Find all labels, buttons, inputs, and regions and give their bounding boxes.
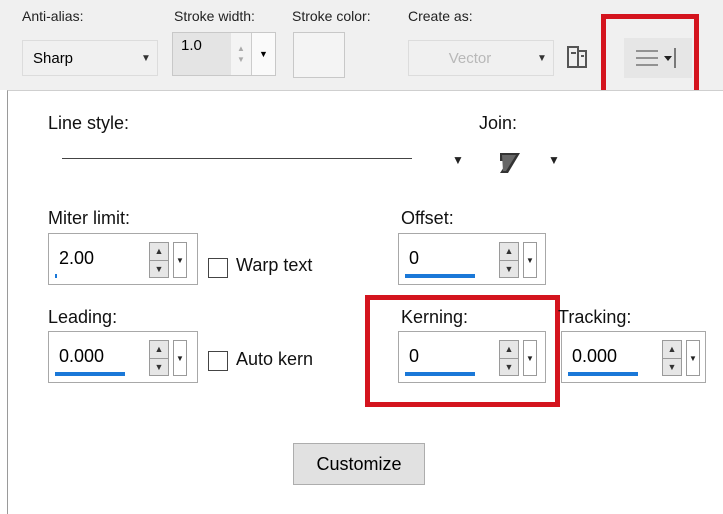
leading-label: Leading: <box>48 307 118 327</box>
line-style-dropdown[interactable] <box>48 141 448 177</box>
tracking-value[interactable]: 0.000 <box>572 346 617 367</box>
miter-limit-label: Miter limit: <box>48 208 130 228</box>
create-as-value: Vector <box>448 49 492 67</box>
leading-spin[interactable]: ▲ ▼ <box>149 340 169 376</box>
chevron-down-icon: ▼ <box>537 52 547 64</box>
stroke-color-swatch[interactable] <box>293 32 345 78</box>
spin-down-icon[interactable]: ▼ <box>150 357 168 376</box>
chevron-down-icon[interactable]: ▼ <box>173 340 187 376</box>
highlight-menu-button <box>601 14 699 96</box>
line-style-label: Line style: <box>48 113 130 133</box>
auto-kern-label: Auto kern <box>236 349 314 369</box>
text-tool-options-toolbar: Anti-alias: Sharp ▼ Stroke width: 1.0 ▲ ▼… <box>0 0 723 96</box>
spin-down-icon[interactable]: ▼ <box>150 259 168 278</box>
line-style-preview <box>62 158 412 159</box>
anti-alias-dropdown[interactable]: Sharp ▼ <box>22 40 158 76</box>
field-underline <box>568 372 638 376</box>
stroke-width-label: Stroke width: <box>174 8 255 24</box>
auto-kern-checkbox[interactable] <box>208 351 228 371</box>
offset-spin[interactable]: ▲ ▼ <box>499 242 519 278</box>
anti-alias-value: Sharp <box>33 49 74 67</box>
leading-field[interactable]: 0.000 ▲ ▼ ▼ <box>48 331 198 383</box>
highlight-kerning <box>365 295 560 407</box>
text-options-icon[interactable] <box>564 42 592 72</box>
anti-alias-label: Anti-alias: <box>22 8 84 24</box>
field-underline <box>55 372 125 376</box>
leading-value[interactable]: 0.000 <box>59 346 104 367</box>
miter-limit-spin[interactable]: ▲ ▼ <box>149 242 169 278</box>
chevron-down-icon[interactable]: ▼ <box>548 153 560 167</box>
offset-value[interactable]: 0 <box>409 248 419 269</box>
spin-down-icon[interactable]: ▼ <box>500 259 518 278</box>
offset-label: Offset: <box>401 208 454 228</box>
join-style-icon <box>500 153 520 173</box>
stroke-width-stepper[interactable]: 1.0 ▲ ▼ ▼ <box>172 32 276 76</box>
join-label: Join: <box>479 113 518 133</box>
tracking-spin[interactable]: ▲ ▼ <box>662 340 682 376</box>
create-as-dropdown[interactable]: Vector ▼ <box>408 40 554 76</box>
stroke-color-label: Stroke color: <box>292 8 371 24</box>
chevron-down-icon[interactable]: ▼ <box>452 153 464 167</box>
spin-down-icon[interactable]: ▼ <box>663 357 681 376</box>
field-caret <box>55 274 57 278</box>
stroke-width-value[interactable]: 1.0 <box>173 33 231 75</box>
offset-field[interactable]: 0 ▲ ▼ ▼ <box>398 233 546 285</box>
chevron-down-icon[interactable]: ▼ <box>686 340 700 376</box>
spin-up-icon[interactable]: ▲ <box>150 243 168 260</box>
spin-up-icon[interactable]: ▲ <box>150 341 168 358</box>
join-dropdown[interactable] <box>482 139 542 179</box>
warp-text-label: Warp text <box>236 255 313 275</box>
field-underline <box>405 274 475 278</box>
chevron-down-icon[interactable]: ▼ <box>173 242 187 278</box>
spin-up-icon[interactable]: ▲ <box>663 341 681 358</box>
spin-up-icon[interactable]: ▲ <box>500 243 518 260</box>
tracking-label: Tracking: <box>558 307 632 327</box>
chevron-down-icon[interactable]: ▼ <box>523 242 537 278</box>
text-options-panel: Line style: ▼ Join: ▼ Miter limit: 2.00 … <box>7 90 723 514</box>
chevron-down-icon[interactable]: ▼ <box>251 33 275 75</box>
miter-limit-field[interactable]: 2.00 ▲ ▼ ▼ <box>48 233 198 285</box>
miter-limit-value[interactable]: 2.00 <box>59 248 94 269</box>
chevron-down-icon: ▼ <box>141 52 151 64</box>
spin-arrows-icon[interactable]: ▲ ▼ <box>231 33 251 75</box>
warp-text-checkbox[interactable] <box>208 258 228 278</box>
customize-button[interactable]: Customize <box>293 443 425 485</box>
create-as-label: Create as: <box>408 8 473 24</box>
tracking-field[interactable]: 0.000 ▲ ▼ ▼ <box>561 331 706 383</box>
